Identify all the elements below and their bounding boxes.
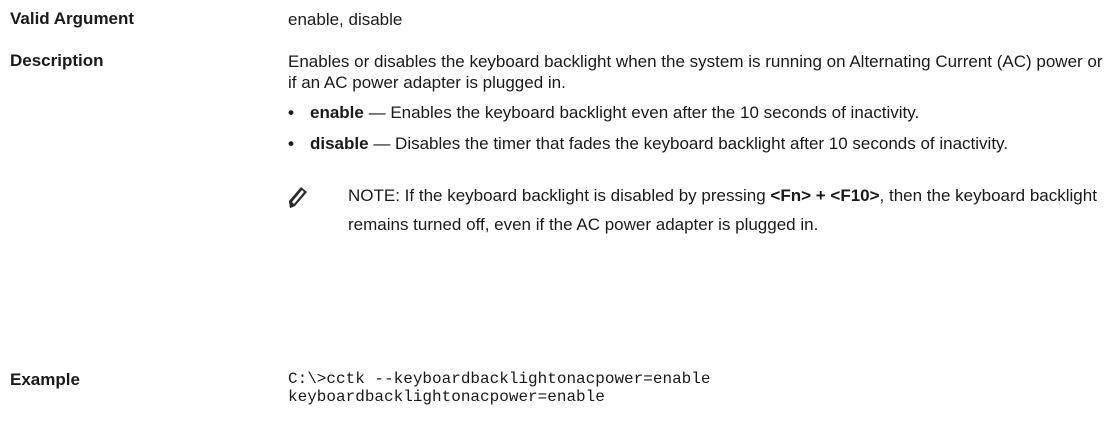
note-text-1: If the keyboard backlight is disabled by…	[399, 186, 771, 205]
bullet-dot: •	[288, 103, 294, 122]
bullet-dash: —	[368, 134, 396, 153]
bullet-disable: • disable — Disables the timer that fade…	[288, 133, 1108, 154]
note-key: <Fn> + <F10>	[770, 186, 880, 205]
bullet-enable: • enable — Enables the keyboard backligh…	[288, 102, 1108, 123]
description-label: Description	[10, 51, 104, 70]
valid-argument-label: Valid Argument	[10, 9, 135, 28]
example-code: C:\>cctk --keyboardbacklightonacpower=en…	[288, 370, 1108, 406]
bullet-term: enable	[310, 103, 364, 122]
pencil-note-icon	[289, 187, 307, 208]
bullet-term: disable	[310, 134, 369, 153]
bullet-dash: —	[363, 103, 391, 122]
bullet-dot: •	[288, 134, 294, 153]
example-label: Example	[10, 370, 80, 389]
example-output: keyboardbacklightonacpower=enable	[288, 388, 605, 406]
example-command: C:\>cctk --keyboardbacklightonacpower=en…	[288, 370, 711, 388]
valid-argument-value: enable, disable	[288, 10, 403, 29]
note-prefix: NOTE:	[348, 186, 400, 205]
bullet-text: Enables the keyboard backlight even afte…	[390, 103, 920, 122]
bullet-text: Disables the timer that fades the keyboa…	[395, 134, 1009, 153]
note-block: NOTE: If the keyboard backlight is disab…	[288, 181, 1108, 239]
description-text: Enables or disables the keyboard backlig…	[288, 52, 1103, 92]
description-content: Enables or disables the keyboard backlig…	[288, 51, 1108, 239]
